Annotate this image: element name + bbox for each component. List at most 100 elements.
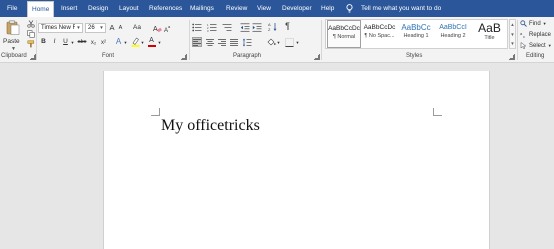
multilevel-list-icon — [222, 23, 232, 31]
font-dialog-launcher[interactable] — [181, 54, 187, 60]
lightbulb-icon[interactable] — [346, 4, 353, 13]
styles-dialog-launcher[interactable] — [509, 54, 515, 60]
bold-button[interactable]: B — [40, 38, 47, 47]
format-painter-button[interactable] — [26, 40, 35, 48]
clear-formatting-icon: A — [153, 26, 162, 33]
font-size-combo[interactable]: 26 ▼ — [85, 23, 106, 33]
gallery-up-arrow[interactable]: ▲ — [510, 20, 515, 30]
shading-dropdown-arrow[interactable]: ▼ — [276, 40, 281, 46]
cursor-arrow-icon — [520, 42, 527, 49]
styles-gallery-scroll[interactable]: ▲ ▼ ▼ — [509, 19, 516, 49]
text-effects-button[interactable]: A — [114, 37, 123, 47]
document-body-text[interactable]: My officetricks — [161, 117, 260, 135]
text-effects-dropdown-arrow[interactable]: ▼ — [123, 40, 128, 46]
style-heading-1[interactable]: AaBbCc Heading 1 — [398, 20, 434, 48]
style-no-spacing-preview: AaBbCcDc — [363, 24, 396, 31]
phonetic-guide-button[interactable]: A a — [163, 23, 173, 33]
bold-label: B — [41, 38, 46, 46]
editing-group-label: Editing — [526, 53, 545, 59]
font-size-dropdown-arrow[interactable]: ▼ — [98, 24, 105, 32]
align-right-button[interactable] — [217, 37, 227, 47]
font-name-combo[interactable]: Times New Ro ▼ — [38, 23, 83, 33]
paragraph-dialog-launcher[interactable] — [314, 54, 320, 60]
style-normal-name: ¶ Normal — [332, 34, 356, 40]
copy-icon — [26, 30, 35, 38]
tab-design[interactable]: Design — [88, 0, 108, 17]
decrease-indent-button[interactable] — [240, 22, 250, 32]
tab-review[interactable]: Review — [226, 0, 247, 17]
multilevel-list-button[interactable] — [222, 22, 232, 32]
font-color-label: A — [149, 37, 154, 44]
style-heading-1-name: Heading 1 — [403, 33, 429, 39]
clipboard-icon — [6, 20, 20, 35]
style-no-spacing[interactable]: AaBbCcDc ¶ No Spac... — [362, 20, 397, 48]
tab-file[interactable]: File — [7, 0, 17, 17]
style-normal[interactable]: AaBbCcDc ¶ Normal — [327, 20, 361, 48]
style-heading-2-name: Heading 2 — [440, 33, 466, 39]
clear-formatting-button[interactable]: A — [152, 23, 162, 33]
borders-dropdown-arrow[interactable]: ▼ — [295, 40, 300, 46]
numbering-button[interactable]: 1 2 3 — [207, 22, 217, 32]
gallery-more-arrow[interactable]: ▼ — [510, 39, 515, 48]
font-color-button[interactable]: A — [147, 37, 156, 47]
line-spacing-button[interactable] — [242, 37, 252, 47]
svg-text:3: 3 — [207, 28, 209, 31]
align-center-button[interactable] — [205, 37, 215, 47]
shading-button[interactable] — [266, 37, 276, 47]
show-formatting-marks-button[interactable]: ¶ — [283, 21, 292, 32]
highlight-color-button[interactable] — [130, 37, 140, 47]
style-heading-2[interactable]: AaBbCcI Heading 2 — [435, 20, 471, 48]
align-left-button[interactable] — [192, 37, 202, 47]
borders-icon — [284, 37, 294, 47]
font-name-dropdown-arrow[interactable]: ▼ — [75, 24, 82, 32]
superscript-button[interactable]: x² — [99, 38, 108, 47]
increase-indent-button[interactable] — [252, 22, 262, 32]
paste-button[interactable]: Paste ▼ — [2, 19, 24, 52]
tell-me-search[interactable]: Tell me what you want to do — [361, 0, 441, 17]
font-color-dropdown-arrow[interactable]: ▼ — [157, 40, 162, 46]
numbered-list-icon: 1 2 3 — [207, 23, 217, 32]
tab-home[interactable]: Home — [27, 1, 55, 17]
underline-button[interactable]: U — [62, 38, 69, 47]
group-divider — [36, 20, 37, 60]
paragraph-group-label: Paragraph — [233, 53, 262, 59]
highlight-dropdown-arrow[interactable]: ▼ — [140, 40, 145, 46]
align-center-icon — [206, 38, 214, 46]
style-heading-1-preview: AaBbCc — [401, 23, 431, 32]
shrink-font-button[interactable]: A — [117, 24, 124, 33]
select-dropdown-arrow[interactable]: ▼ — [548, 43, 552, 48]
grow-font-button[interactable]: A — [108, 23, 116, 33]
cut-button[interactable] — [26, 20, 35, 28]
sort-button[interactable]: A Z — [268, 22, 278, 32]
style-title[interactable]: AaB Title — [472, 20, 507, 48]
ribbon-tab-bar: File Home Insert Design Layout Reference… — [0, 0, 554, 17]
tab-references[interactable]: References — [149, 0, 182, 17]
borders-button[interactable] — [284, 37, 294, 47]
justify-icon — [230, 38, 238, 46]
tab-developer[interactable]: Developer — [282, 0, 312, 17]
tab-mailings[interactable]: Mailings — [190, 0, 214, 17]
subscript-button[interactable]: x₂ — [89, 38, 98, 47]
underline-dropdown-arrow[interactable]: ▼ — [70, 40, 75, 46]
svg-text:A: A — [153, 26, 158, 33]
find-dropdown-arrow[interactable]: ▼ — [543, 21, 547, 26]
select-button[interactable]: Select ▼ — [520, 41, 552, 50]
align-right-icon — [218, 38, 226, 46]
document-page[interactable]: My officetricks — [103, 71, 490, 249]
tab-help[interactable]: Help — [321, 0, 334, 17]
find-button[interactable]: Find ▼ — [520, 19, 547, 28]
replace-button[interactable]: a c Replace — [520, 30, 551, 39]
copy-button[interactable] — [26, 30, 35, 38]
strikethrough-button[interactable]: abc — [76, 38, 88, 47]
grow-font-label: A — [109, 23, 115, 33]
tab-view[interactable]: View — [257, 0, 271, 17]
paste-dropdown-arrow[interactable]: ▼ — [11, 46, 16, 52]
superscript-label: x² — [101, 39, 106, 46]
gallery-down-arrow[interactable]: ▼ — [510, 30, 515, 39]
italic-button[interactable]: I — [51, 38, 58, 47]
change-case-button[interactable]: Aa — [130, 23, 144, 33]
bullets-button[interactable] — [192, 22, 202, 32]
justify-button[interactable] — [229, 37, 239, 47]
tab-layout[interactable]: Layout — [119, 0, 139, 17]
tab-insert[interactable]: Insert — [61, 0, 77, 17]
